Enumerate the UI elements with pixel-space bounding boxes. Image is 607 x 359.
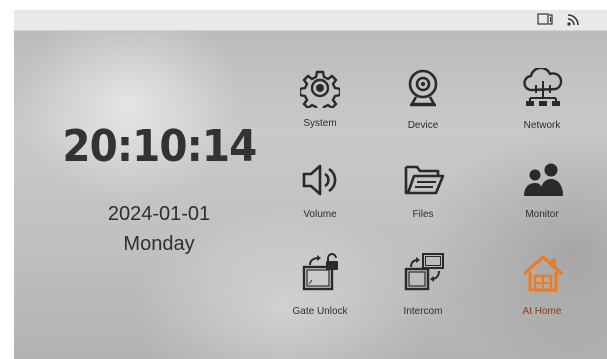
clock-panel: 20:10:14 2024-01-01 Monday: [54, 122, 264, 256]
users-icon: [524, 163, 563, 196]
gear-icon: [300, 70, 340, 108]
clock-weekday: Monday: [123, 233, 195, 255]
gate-unlock-label: Gate Unlock: [292, 306, 348, 317]
intercom-button[interactable]: Intercom: [378, 253, 468, 333]
device-button[interactable]: Device: [378, 68, 468, 148]
gate-unlock-button[interactable]: Gate Unlock: [275, 253, 365, 333]
speaker-icon: [302, 164, 337, 196]
intercom-icon: [404, 253, 444, 291]
gate-unlock-icon: [302, 253, 338, 291]
files-button[interactable]: Files: [378, 162, 468, 242]
clock-date: 2024-01-01: [107, 203, 211, 225]
clock-time: 20:10:14: [62, 121, 257, 172]
sd-card-icon: [537, 13, 553, 25]
system-button[interactable]: System: [275, 68, 365, 148]
volume-button[interactable]: Volume: [275, 162, 365, 242]
monitor-label: Monitor: [525, 209, 559, 220]
intercom-label: Intercom: [403, 306, 443, 317]
device-label: Device: [407, 120, 439, 131]
files-label: Files: [412, 209, 434, 220]
home-icon: [523, 255, 563, 292]
network-button[interactable]: Network: [497, 68, 587, 148]
network-label: Network: [523, 120, 561, 131]
webcam-icon: [408, 69, 438, 107]
monitor-button[interactable]: Monitor: [497, 162, 587, 242]
at-home-label: At Home: [522, 306, 562, 317]
at-home-button[interactable]: At Home: [497, 253, 587, 333]
cloud-network-icon: [523, 68, 563, 106]
system-label: System: [303, 118, 337, 129]
volume-label: Volume: [303, 209, 337, 220]
status-bar: [14, 10, 607, 31]
home-screen: 20:10:14 2024-01-01 Monday System Device: [14, 10, 607, 359]
wifi-icon: [567, 14, 579, 26]
folder-icon: [404, 165, 445, 195]
